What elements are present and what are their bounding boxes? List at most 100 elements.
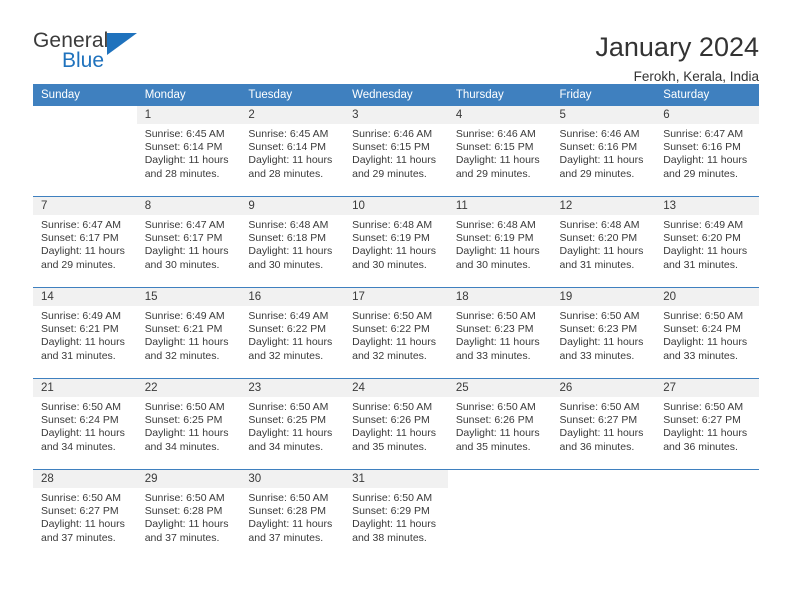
day-number: 23: [240, 379, 345, 397]
daylight-text-line1: Daylight: 11 hours: [41, 427, 125, 440]
sunset-text: Sunset: 6:16 PM: [663, 141, 741, 154]
weekday-header-saturday: Saturday: [655, 84, 759, 106]
sunset-text: Sunset: 6:15 PM: [455, 141, 534, 154]
sunset-text: Sunset: 6:28 PM: [248, 505, 327, 518]
day-cell[interactable]: 1 Sunrise: 6:45 AM Sunset: 6:14 PM Daylight…: [136, 106, 241, 196]
day-cell[interactable]: 31 Sunrise: 6:50 AM Sunset: 6:29 PM Dayligh…: [344, 470, 448, 560]
day-cell[interactable]: 15 Sunrise: 6:49 AM Sunset: 6:21 PM Dayligh…: [136, 288, 241, 378]
day-cell[interactable]: 27 Sunrise: 6:50 AM Sunset: 6:27 PM Dayligh…: [655, 379, 759, 469]
daylight-text-line1: Daylight: 11 hours: [41, 336, 125, 349]
calendar-week-row: 21 Sunrise: 6:50 AM Sunset: 6:24 PM Dayligh…: [33, 378, 759, 470]
sunrise-text: Sunrise: 6:49 AM: [144, 310, 225, 322]
weekday-header-tuesday: Tuesday: [240, 84, 345, 106]
day-cell[interactable]: 2 Sunrise: 6:45 AM Sunset: 6:14 PM Daylight…: [240, 106, 345, 196]
calendar-week-row: 28 Sunrise: 6:50 AM Sunset: 6:27 PM Dayligh…: [33, 469, 759, 560]
day-cell[interactable]: 21 Sunrise: 6:50 AM Sunset: 6:24 PM Dayligh…: [33, 379, 137, 469]
day-details: Sunrise: 6:50 AM Sunset: 6:29 PM Daylight:…: [344, 488, 448, 545]
day-cell[interactable]: 3 Sunrise: 6:46 AM Sunset: 6:15 PM Daylight…: [344, 106, 448, 196]
day-cell[interactable]: 20 Sunrise: 6:50 AM Sunset: 6:24 PM Dayligh…: [655, 288, 759, 378]
daylight-text-line2: and 33 minutes.: [559, 349, 635, 362]
sunrise-text: Sunrise: 6:49 AM: [248, 310, 329, 322]
day-cell[interactable]: 23 Sunrise: 6:50 AM Sunset: 6:25 PM Dayligh…: [240, 379, 345, 469]
sunrise-text: Sunrise: 6:50 AM: [144, 492, 225, 504]
day-number: 17: [344, 288, 448, 306]
day-details: Sunrise: 6:50 AM Sunset: 6:23 PM Daylight:…: [448, 306, 552, 363]
day-number: 3: [344, 106, 448, 124]
sunrise-text: Sunrise: 6:45 AM: [248, 128, 329, 140]
day-cell[interactable]: 22 Sunrise: 6:50 AM Sunset: 6:25 PM Dayligh…: [136, 379, 241, 469]
daylight-text-line1: Daylight: 11 hours: [352, 427, 436, 440]
sunrise-text: Sunrise: 6:50 AM: [248, 492, 329, 504]
weekday-header-thursday: Thursday: [447, 84, 552, 106]
sunrise-text: Sunrise: 6:45 AM: [144, 128, 225, 140]
sunrise-text: Sunrise: 6:47 AM: [663, 128, 744, 140]
sunset-text: Sunset: 6:15 PM: [352, 141, 430, 154]
day-number: 27: [655, 379, 759, 397]
weekday-header: Sunday Monday Tuesday Wednesday Thursday Frid…: [33, 84, 759, 106]
daylight-text-line1: Daylight: 11 hours: [144, 518, 229, 531]
sunrise-text: Sunrise: 6:50 AM: [455, 401, 536, 413]
day-number: 13: [655, 197, 759, 215]
daylight-text-line1: Daylight: 11 hours: [559, 336, 644, 349]
day-cell[interactable]: 4 Sunrise: 6:46 AM Sunset: 6:15 PM Daylight…: [447, 106, 552, 196]
day-number: 25: [447, 379, 552, 397]
page-subtitle: Ferokh, Kerala, India: [633, 69, 759, 85]
sunrise-text: Sunrise: 6:50 AM: [663, 401, 744, 413]
daylight-text-line1: Daylight: 11 hours: [663, 154, 748, 167]
day-cell[interactable]: 25 Sunrise: 6:50 AM Sunset: 6:26 PM Dayligh…: [447, 379, 552, 469]
day-details: Sunrise: 6:50 AM Sunset: 6:26 PM Daylight:…: [448, 397, 552, 454]
daylight-text-line1: Daylight: 11 hours: [559, 427, 644, 440]
calendar-page: General Blue January 2024 Ferokh, Kerala…: [0, 0, 792, 612]
sunrise-text: Sunrise: 6:50 AM: [41, 492, 121, 504]
day-cell[interactable]: 7 Sunrise: 6:47 AM Sunset: 6:17 PM Daylight…: [33, 197, 137, 287]
daylight-text-line1: Daylight: 11 hours: [144, 427, 229, 440]
day-number: 16: [240, 288, 345, 306]
day-cell-empty: [655, 470, 759, 560]
daylight-text-line1: Daylight: 11 hours: [455, 336, 540, 349]
day-cell[interactable]: 17 Sunrise: 6:50 AM Sunset: 6:22 PM Dayligh…: [344, 288, 448, 378]
day-cell[interactable]: 10 Sunrise: 6:48 AM Sunset: 6:19 PM Dayligh…: [344, 197, 448, 287]
day-cell[interactable]: 6 Sunrise: 6:47 AM Sunset: 6:16 PM Daylight…: [655, 106, 759, 196]
daylight-text-line1: Daylight: 11 hours: [455, 154, 540, 167]
day-number: 12: [551, 197, 656, 215]
day-cell[interactable]: 16 Sunrise: 6:49 AM Sunset: 6:22 PM Dayligh…: [240, 288, 345, 378]
calendar-header-row: Sunday Monday Tuesday Wednesday Thursday Frid…: [33, 84, 759, 106]
day-cell[interactable]: 11 Sunrise: 6:48 AM Sunset: 6:19 PM Dayligh…: [447, 197, 552, 287]
day-cell[interactable]: 18 Sunrise: 6:50 AM Sunset: 6:23 PM Dayligh…: [447, 288, 552, 378]
day-cell[interactable]: 30 Sunrise: 6:50 AM Sunset: 6:28 PM Dayligh…: [240, 470, 345, 560]
day-number: [33, 106, 137, 124]
daylight-text-line2: and 30 minutes.: [248, 258, 324, 271]
day-cell[interactable]: 29 Sunrise: 6:50 AM Sunset: 6:28 PM Dayligh…: [136, 470, 241, 560]
day-number: 20: [655, 288, 759, 306]
day-cell[interactable]: 14 Sunrise: 6:49 AM Sunset: 6:21 PM Dayligh…: [33, 288, 137, 378]
weekday-header-wednesday: Wednesday: [344, 84, 448, 106]
sunrise-text: Sunrise: 6:50 AM: [559, 401, 640, 413]
day-number: 29: [136, 470, 241, 488]
daylight-text-line2: and 29 minutes.: [559, 167, 635, 180]
day-number: 6: [655, 106, 759, 124]
daylight-text-line1: Daylight: 11 hours: [559, 154, 644, 167]
day-cell[interactable]: 26 Sunrise: 6:50 AM Sunset: 6:27 PM Dayligh…: [551, 379, 656, 469]
day-cell[interactable]: 8 Sunrise: 6:47 AM Sunset: 6:17 PM Daylight…: [136, 197, 241, 287]
weekday-header-monday: Monday: [136, 84, 241, 106]
day-cell[interactable]: 9 Sunrise: 6:48 AM Sunset: 6:18 PM Daylight…: [240, 197, 345, 287]
day-number: 19: [551, 288, 656, 306]
daylight-text-line1: Daylight: 11 hours: [41, 245, 125, 258]
daylight-text-line2: and 31 minutes.: [41, 349, 116, 362]
day-cell[interactable]: 24 Sunrise: 6:50 AM Sunset: 6:26 PM Dayligh…: [344, 379, 448, 469]
day-number: 8: [136, 197, 241, 215]
calendar-body: 1 Sunrise: 6:45 AM Sunset: 6:14 PM Daylight…: [33, 106, 759, 560]
daylight-text-line1: Daylight: 11 hours: [144, 245, 229, 258]
daylight-text-line1: Daylight: 11 hours: [352, 245, 436, 258]
general-blue-logo[interactable]: General Blue: [33, 30, 149, 78]
sunset-text: Sunset: 6:19 PM: [455, 232, 534, 245]
day-cell[interactable]: 5 Sunrise: 6:46 AM Sunset: 6:16 PM Daylight…: [551, 106, 656, 196]
day-details: Sunrise: 6:46 AM Sunset: 6:15 PM Daylight:…: [344, 124, 448, 181]
sunset-text: Sunset: 6:22 PM: [352, 323, 430, 336]
day-cell[interactable]: 19 Sunrise: 6:50 AM Sunset: 6:23 PM Dayligh…: [551, 288, 656, 378]
day-cell[interactable]: 12 Sunrise: 6:48 AM Sunset: 6:20 PM Dayligh…: [551, 197, 656, 287]
sunset-text: Sunset: 6:16 PM: [559, 141, 638, 154]
day-cell[interactable]: 28 Sunrise: 6:50 AM Sunset: 6:27 PM Dayligh…: [33, 470, 137, 560]
day-details: Sunrise: 6:48 AM Sunset: 6:20 PM Daylight:…: [552, 215, 656, 272]
day-cell[interactable]: 13 Sunrise: 6:49 AM Sunset: 6:20 PM Dayligh…: [655, 197, 759, 287]
